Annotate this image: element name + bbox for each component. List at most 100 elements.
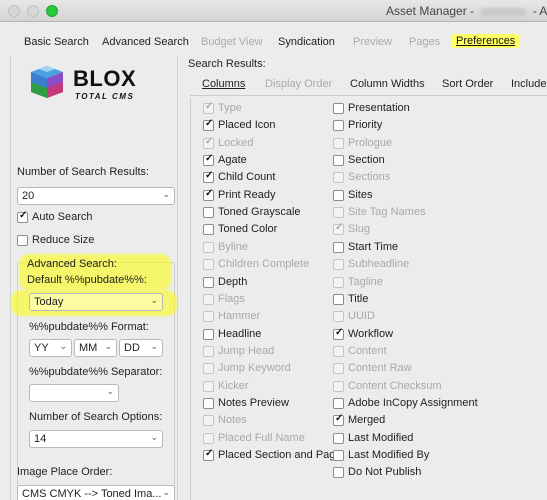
window-title: Asset Manager - - A (386, 4, 547, 18)
tab-advanced-search[interactable]: Advanced Search (102, 36, 189, 48)
column-option-label: Last Modified By (348, 449, 430, 461)
column-checkbox (203, 380, 214, 392)
column-checkbox[interactable] (203, 397, 214, 409)
column-checkbox[interactable] (203, 276, 214, 288)
column-checkbox (333, 172, 344, 184)
window-title-text: Asset Manager - (386, 4, 478, 18)
column-checkbox[interactable] (333, 397, 344, 409)
format-dd-value: DD (124, 342, 140, 354)
column-option-label: Slug (348, 223, 371, 236)
column-checkbox[interactable] (203, 170, 214, 184)
column-option-label: Sections (348, 171, 391, 184)
reduce-size-checkbox[interactable] (17, 235, 28, 246)
column-checkbox (203, 311, 214, 323)
subtab-sort-order[interactable]: Sort Order (442, 78, 493, 90)
column-checkbox[interactable] (333, 327, 344, 340)
pubdate-format-label: %%pubdate%% Format: (29, 321, 149, 333)
num-results-label: Number of Search Results: (17, 166, 150, 178)
column-checkbox (333, 222, 344, 236)
column-checkbox (203, 415, 214, 427)
subtab-columns[interactable]: Columns (202, 78, 245, 90)
image-place-select[interactable]: CMS CMYK --> Toned Ima... ⌄ (17, 485, 175, 500)
column-option-label: Workflow (348, 327, 394, 340)
column-checkbox[interactable] (333, 241, 344, 253)
column-option-label: Jump Keyword (218, 362, 291, 375)
column-option-label: Subheadline (348, 258, 410, 271)
chevron-down-icon: ⌄ (150, 341, 158, 351)
close-window-button[interactable] (8, 5, 20, 17)
column-option-label: Placed Full Name (218, 431, 305, 444)
format-dd-select[interactable]: DD ⌄ (119, 339, 163, 357)
tab-basic-search[interactable]: Basic Search (24, 36, 89, 48)
format-yy-value: YY (34, 342, 49, 354)
num-results-select[interactable]: 20 ⌄ (17, 187, 175, 205)
column-checkbox[interactable] (333, 450, 344, 461)
tab-preferences[interactable]: Preferences (452, 34, 520, 48)
maximize-window-button[interactable] (46, 5, 58, 17)
column-checkbox[interactable] (333, 189, 344, 201)
chevron-down-icon: ⌄ (162, 189, 170, 199)
column-checkbox[interactable] (333, 155, 344, 167)
reduce-size-label: Reduce Size (32, 234, 95, 246)
column-checkbox (203, 345, 214, 357)
column-checkbox[interactable] (333, 293, 344, 305)
column-option-label: Prologue (348, 136, 393, 149)
chevron-down-icon: ⌄ (150, 295, 158, 305)
column-checkbox (203, 363, 214, 375)
column-option-label: Agate (218, 154, 247, 167)
column-option-label: Child Count (218, 171, 276, 184)
column-checkbox[interactable] (203, 118, 214, 132)
subtab-column-widths[interactable]: Column Widths (350, 78, 425, 90)
column-checkbox[interactable] (333, 467, 344, 479)
format-mm-select[interactable]: MM ⌄ (74, 339, 117, 357)
column-checkbox (203, 101, 214, 114)
column-checkbox[interactable] (203, 224, 214, 236)
num-options-value: 14 (34, 433, 47, 445)
separator-select[interactable]: ⌄ (29, 384, 119, 402)
format-yy-select[interactable]: YY ⌄ (29, 339, 72, 357)
column-checkbox[interactable] (333, 413, 344, 427)
column-option-label: Children Complete (218, 258, 310, 271)
column-option-label: Toned Color (218, 223, 278, 236)
column-checkbox[interactable] (333, 432, 344, 444)
minimize-window-button[interactable] (27, 5, 39, 17)
column-option-label: Notes (218, 414, 247, 427)
column-checkbox (333, 363, 344, 375)
format-mm-value: MM (79, 342, 98, 354)
column-option-label: Title (348, 292, 369, 305)
column-checkbox[interactable] (203, 188, 214, 201)
column-checkbox[interactable] (333, 120, 344, 132)
default-pubdate-value: Today (34, 296, 64, 308)
column-checkbox[interactable] (333, 103, 344, 114)
column-checkbox (333, 137, 344, 149)
column-checkbox (333, 311, 344, 323)
tab-syndication[interactable]: Syndication (278, 36, 335, 48)
column-checkbox[interactable] (203, 207, 214, 219)
column-option-label: Placed Icon (218, 119, 276, 132)
subtab-include[interactable]: Include (511, 78, 546, 90)
default-pubdate-label: Default %%pubdate%%: (27, 274, 147, 286)
column-checkbox[interactable] (203, 153, 214, 167)
column-checkbox[interactable] (203, 328, 214, 340)
column-option-label: Toned Grayscale (218, 206, 301, 219)
auto-search-checkbox[interactable] (17, 210, 28, 223)
auto-search-label: Auto Search (32, 211, 93, 223)
column-option-label: Adobe InCopy Assignment (348, 396, 478, 409)
column-checkbox (333, 259, 344, 271)
subtab-display-order: Display Order (265, 78, 333, 90)
column-option-label: Type (218, 102, 242, 114)
column-option-label: Priority (348, 119, 383, 132)
column-checkbox (333, 276, 344, 288)
chevron-down-icon: ⌄ (162, 487, 170, 497)
num-options-select[interactable]: 14 ⌄ (29, 430, 163, 448)
redacted-hostname (480, 7, 527, 16)
blox-cube-icon (31, 66, 63, 98)
column-checkbox (203, 293, 214, 305)
column-option-label: Print Ready (218, 188, 276, 201)
image-place-label: Image Place Order: (17, 466, 113, 478)
column-option-label: Locked (218, 136, 254, 149)
column-option-label: Headline (218, 327, 262, 340)
column-checkbox[interactable] (203, 448, 214, 461)
column-option-label: Presentation (348, 102, 410, 114)
default-pubdate-select[interactable]: Today ⌄ (29, 293, 163, 311)
